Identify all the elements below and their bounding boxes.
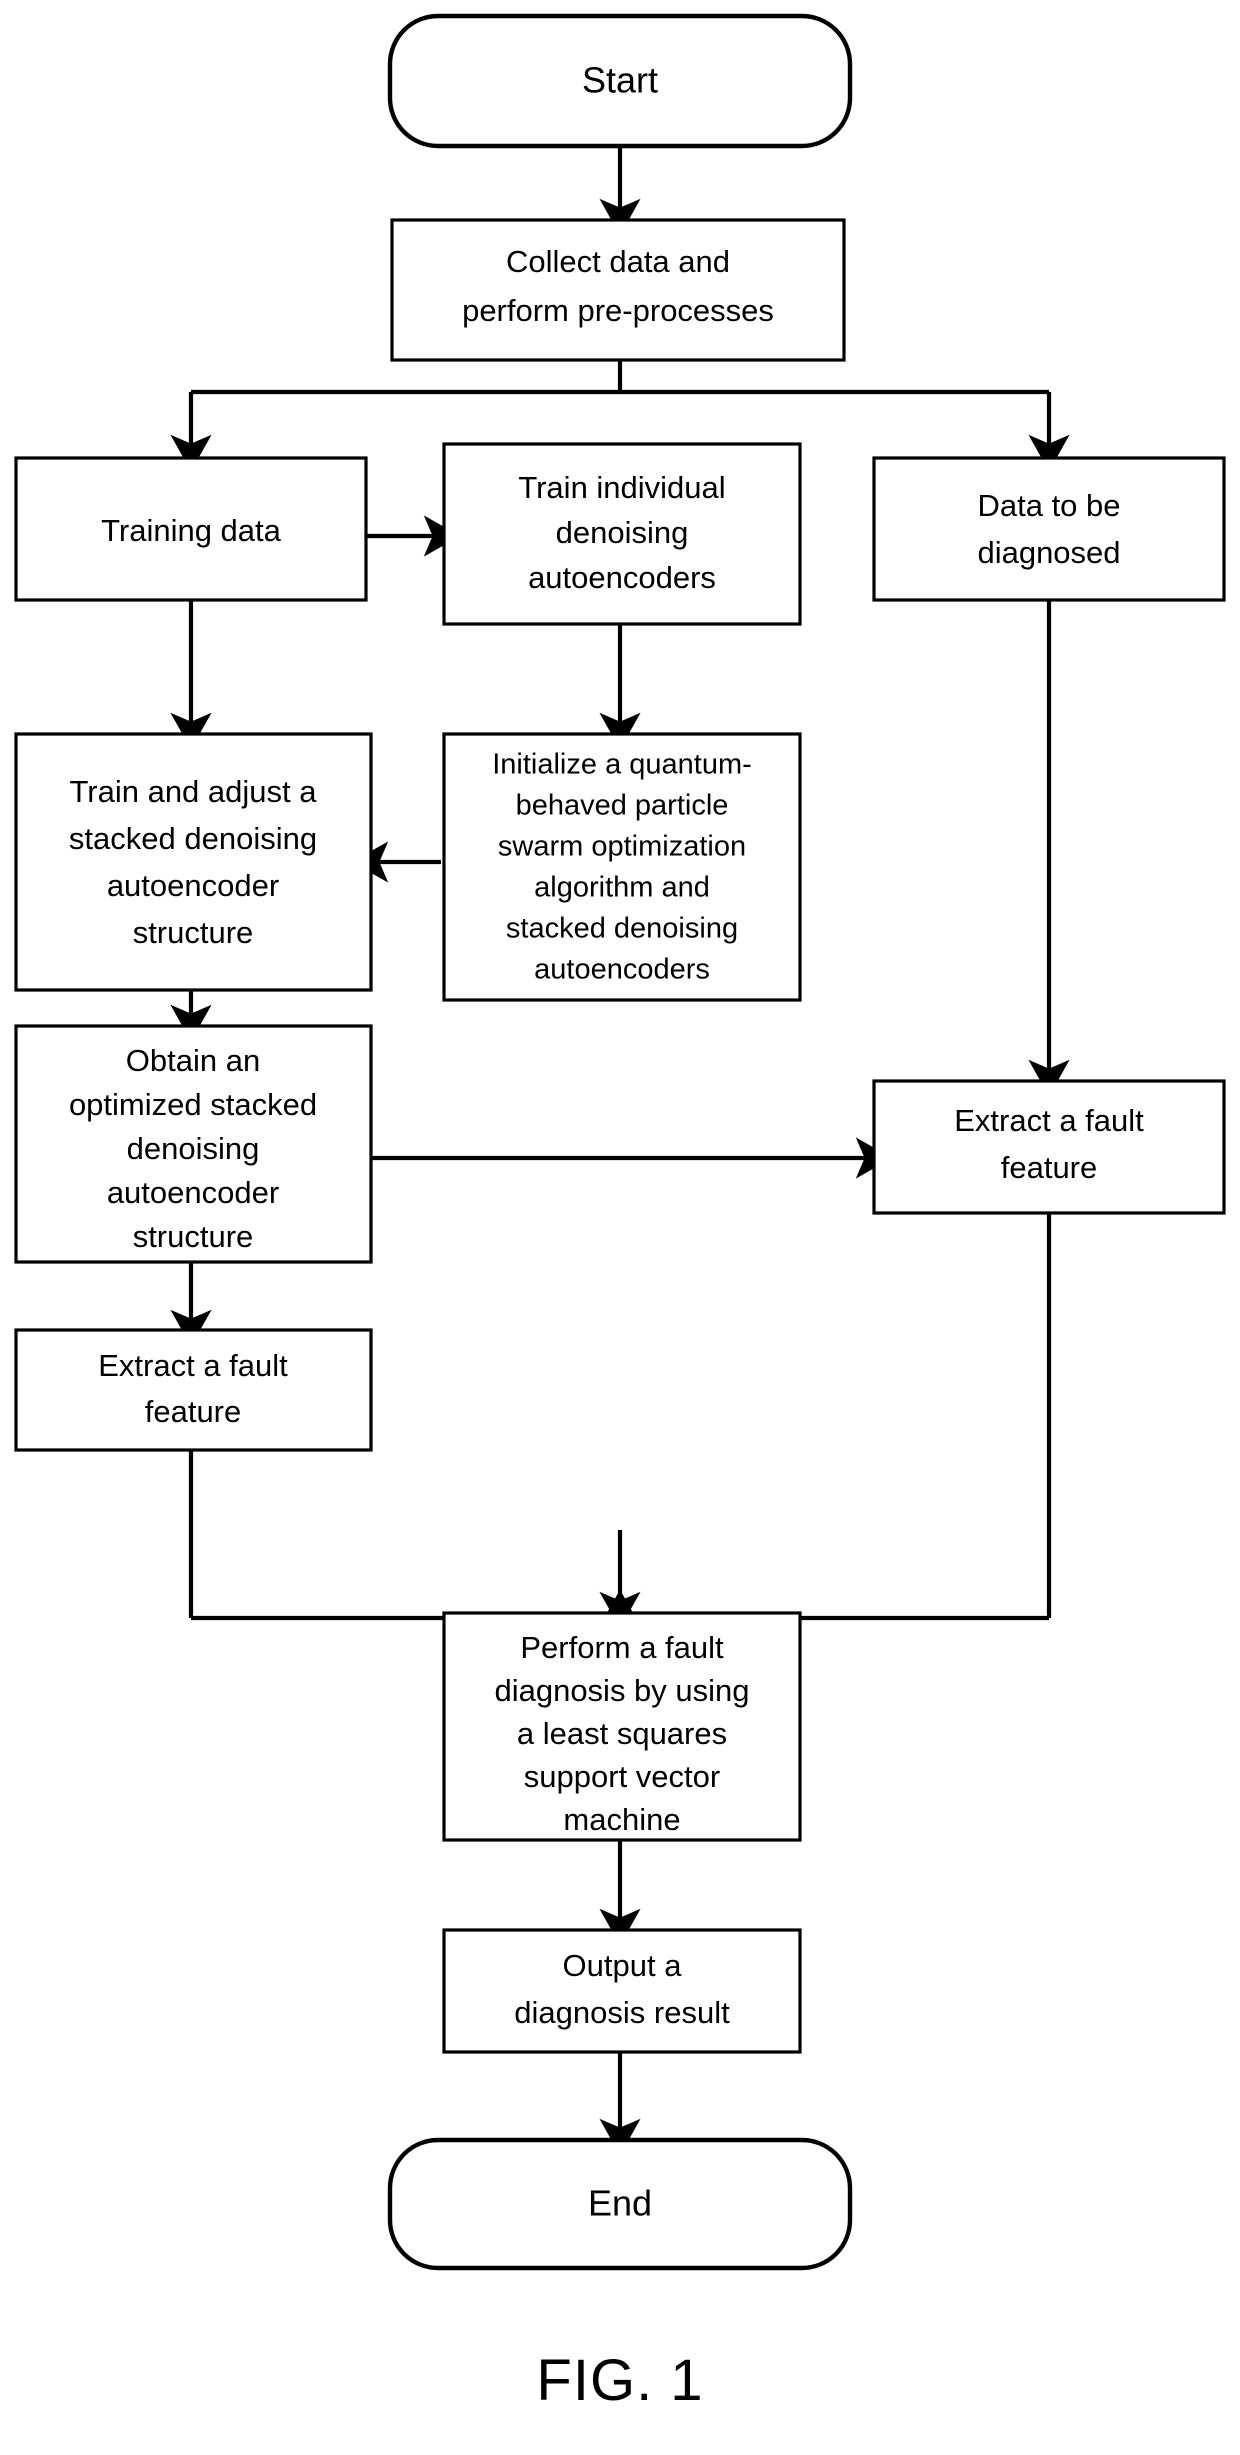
extract-left-line-1: Extract a fault xyxy=(98,1348,288,1383)
node-training-data[interactable]: Training data xyxy=(14,456,368,602)
obtain-optimized-line-5: structure xyxy=(133,1219,254,1254)
initialize-qpso-line-5: stacked denoising xyxy=(506,913,738,945)
extract-right-line-2: feature xyxy=(1001,1150,1098,1185)
perform-diagnosis-line-2: diagnosis by using xyxy=(494,1673,749,1708)
output-result-line-1: Output a xyxy=(563,1948,683,1983)
data-to-be-diagnosed-line-1: Data to be xyxy=(977,488,1120,523)
perform-diagnosis-line-4: support vector xyxy=(524,1759,720,1794)
train-adjust-line-3: autoencoder xyxy=(107,868,279,903)
node-perform-diagnosis[interactable]: Perform a fault diagnosis by using a lea… xyxy=(442,1611,802,1842)
node-obtain-optimized[interactable]: Obtain an optimized stacked denoising au… xyxy=(14,1024,373,1264)
data-to-be-diagnosed-shape xyxy=(872,456,1226,602)
flowchart-canvas: Start Collect data and perform pre-proce… xyxy=(14,13,1226,2413)
initialize-qpso-line-6: autoencoders xyxy=(534,954,710,986)
obtain-optimized-line-3: denoising xyxy=(127,1131,260,1166)
node-extract-fault-feature-right[interactable]: Extract a fault feature xyxy=(872,1079,1226,1215)
output-result-line-2: diagnosis result xyxy=(514,1995,730,2030)
train-adjust-line-4: structure xyxy=(133,915,254,950)
node-end[interactable]: End xyxy=(387,2137,853,2271)
obtain-optimized-line-4: autoencoder xyxy=(107,1175,279,1210)
node-output-result[interactable]: Output a diagnosis result xyxy=(442,1928,802,2054)
node-train-individual[interactable]: Train individual denoising autoencoders xyxy=(442,442,802,626)
initialize-qpso-line-2: behaved particle xyxy=(516,790,729,822)
node-data-to-be-diagnosed[interactable]: Data to be diagnosed xyxy=(872,456,1226,602)
train-adjust-line-1: Train and adjust a xyxy=(69,774,317,809)
train-individual-line-1: Train individual xyxy=(518,470,725,505)
initialize-qpso-line-3: swarm optimization xyxy=(498,831,746,863)
extract-left-line-2: feature xyxy=(145,1394,242,1429)
collect-data-shape xyxy=(390,218,846,362)
obtain-optimized-line-2: optimized stacked xyxy=(69,1087,317,1122)
extract-right-line-1: Extract a fault xyxy=(954,1103,1144,1138)
end-label: End xyxy=(588,2183,652,2224)
figure-caption: FIG. 1 xyxy=(536,2348,703,2413)
train-individual-line-2: denoising xyxy=(556,515,689,550)
train-adjust-line-2: stacked denoising xyxy=(69,821,317,856)
node-start[interactable]: Start xyxy=(387,13,853,149)
perform-diagnosis-line-1: Perform a fault xyxy=(520,1630,724,1665)
collect-data-line-2: perform pre-processes xyxy=(462,293,774,328)
obtain-optimized-line-1: Obtain an xyxy=(126,1043,260,1078)
initialize-qpso-line-4: algorithm and xyxy=(534,872,710,904)
train-individual-line-3: autoencoders xyxy=(528,560,716,595)
perform-diagnosis-line-3: a least squares xyxy=(517,1716,727,1751)
figure-root: Start Collect data and perform pre-proce… xyxy=(0,0,1240,2455)
node-train-adjust[interactable]: Train and adjust a stacked denoising aut… xyxy=(14,732,373,992)
data-to-be-diagnosed-line-2: diagnosed xyxy=(977,535,1120,570)
start-label: Start xyxy=(582,60,658,101)
training-data-label: Training data xyxy=(101,513,282,548)
node-initialize-qpso[interactable]: Initialize a quantum- behaved particle s… xyxy=(442,732,802,1002)
perform-diagnosis-line-5: machine xyxy=(563,1802,680,1837)
initialize-qpso-line-1: Initialize a quantum- xyxy=(492,749,752,781)
train-adjust-shape xyxy=(14,732,373,992)
collect-data-line-1: Collect data and xyxy=(506,244,730,279)
node-extract-fault-feature-left[interactable]: Extract a fault feature xyxy=(14,1328,373,1452)
extract-right-shape xyxy=(872,1079,1226,1215)
node-collect-data[interactable]: Collect data and perform pre-processes xyxy=(390,218,846,362)
